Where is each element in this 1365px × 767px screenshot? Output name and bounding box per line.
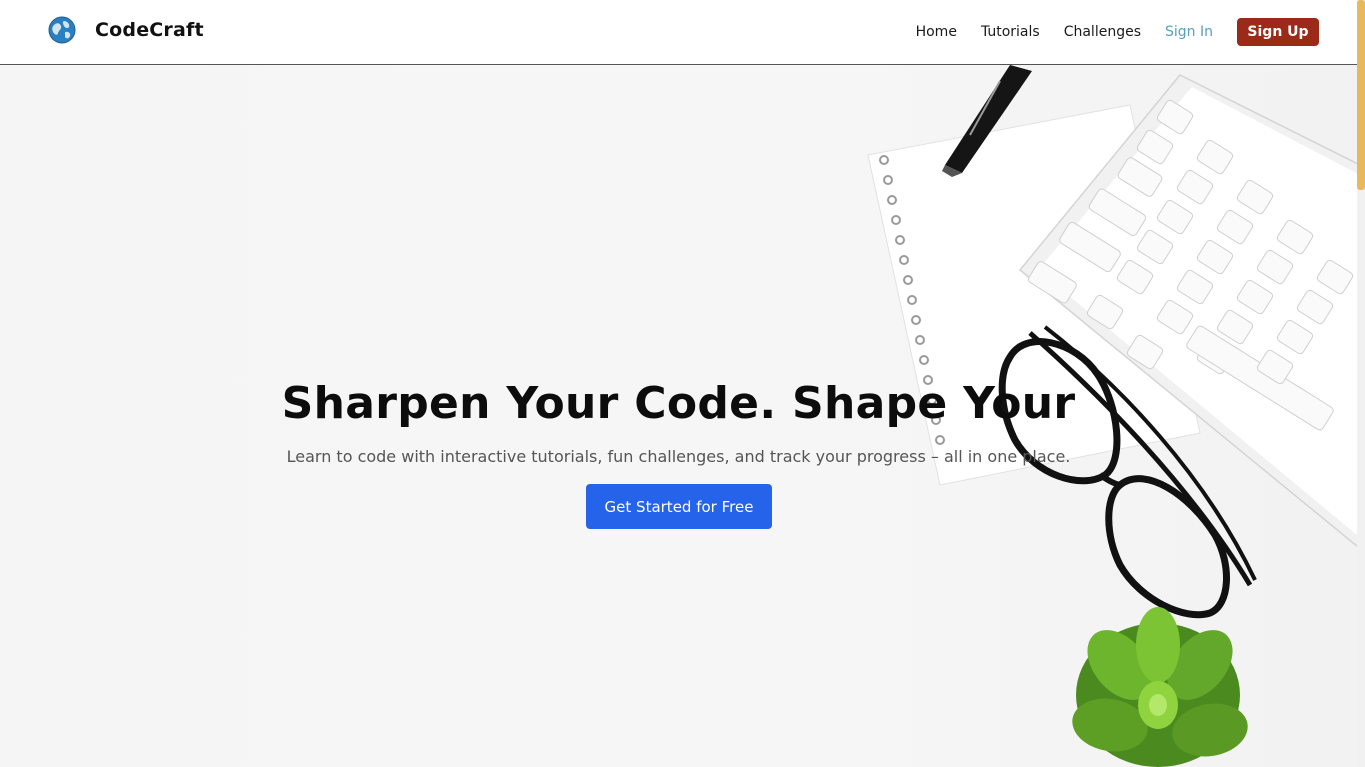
- get-started-button[interactable]: Get Started for Free: [586, 484, 772, 529]
- brand[interactable]: CodeCraft: [48, 16, 204, 44]
- scrollbar-thumb[interactable]: [1357, 0, 1365, 190]
- nav-tutorials-link[interactable]: Tutorials: [981, 18, 1040, 46]
- plant-image: [1072, 607, 1248, 767]
- hero-section: Sharpen Your Code. Shape Your Learn to c…: [0, 65, 1357, 767]
- sign-up-button[interactable]: Sign Up: [1237, 18, 1319, 46]
- brand-name: CodeCraft: [95, 19, 204, 41]
- nav-challenges-link[interactable]: Challenges: [1064, 18, 1141, 46]
- cta-container: Get Started for Free: [586, 484, 772, 529]
- navbar: CodeCraft Home Tutorials Challenges Sign…: [0, 0, 1357, 65]
- sign-in-link[interactable]: Sign In: [1165, 18, 1213, 46]
- hero-subtitle: Learn to code with interactive tutorials…: [286, 447, 1071, 466]
- page-scrollbar[interactable]: [1357, 0, 1365, 767]
- globe-logo-icon: [48, 16, 76, 44]
- hero-title: Sharpen Your Code. Shape Your: [0, 378, 1357, 429]
- hero-title-text: Sharpen Your Code. Shape Your: [281, 378, 1076, 429]
- page: CodeCraft Home Tutorials Challenges Sign…: [0, 0, 1365, 767]
- main-nav: Home Tutorials Challenges Sign In Sign U…: [916, 18, 1319, 46]
- nav-home-link[interactable]: Home: [916, 18, 957, 46]
